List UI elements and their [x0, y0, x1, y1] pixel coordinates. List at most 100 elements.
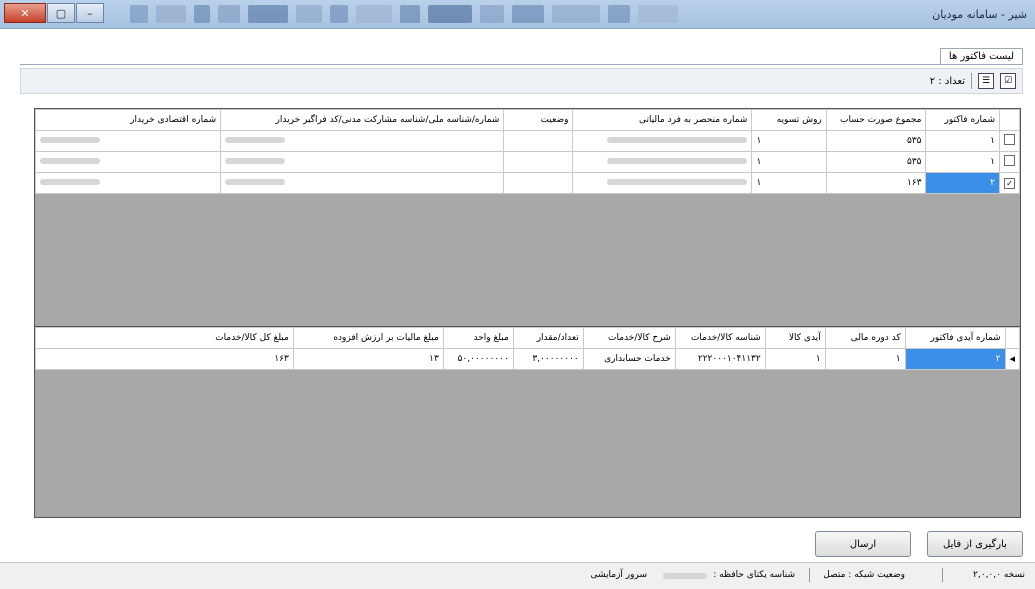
- column-header[interactable]: مبلغ مالیات بر ارزش افزوده: [292, 327, 444, 349]
- vat-cell[interactable]: ۱۳: [292, 348, 444, 370]
- invoice-table: شماره فاکتور مجموع صورت حساب روش تسویه ش…: [34, 109, 1020, 194]
- service-code-cell[interactable]: ۲۲۲۰۰۰۱۰۴۱۱۳۲: [674, 348, 766, 370]
- invoice-total-cell[interactable]: ۵۳۵: [825, 130, 927, 152]
- send-button[interactable]: ارسال: [815, 531, 911, 557]
- checkbox-column-header: [999, 109, 1020, 131]
- server-label: سرور آزمایشی: [590, 570, 647, 580]
- column-header[interactable]: شماره/شناسه ملی/شناسه مشارکت مدنی/کد فرا…: [220, 109, 505, 131]
- table-row[interactable]: ۱ ۵۳۵ ۱: [34, 130, 1020, 152]
- column-header[interactable]: وضعیت: [503, 109, 574, 131]
- buyer-id-cell[interactable]: [220, 151, 505, 173]
- invoice-header-row: شماره فاکتور مجموع صورت حساب روش تسویه ش…: [34, 109, 1020, 131]
- tax-id-cell[interactable]: [572, 172, 753, 194]
- settlement-cell[interactable]: ۱: [751, 130, 827, 152]
- table-row[interactable]: ✓ ۲ ۱۶۳ ۱: [34, 172, 1020, 194]
- taskbar-icon: [156, 5, 186, 23]
- taskbar-icon: [428, 5, 472, 23]
- tax-id-cell[interactable]: [572, 151, 753, 173]
- redacted-value: [225, 179, 286, 185]
- buyer-economic-cell[interactable]: [34, 130, 222, 152]
- settlement-cell[interactable]: ۱: [751, 151, 827, 173]
- invoice-id-cell[interactable]: ۲: [904, 348, 1006, 370]
- status-cell[interactable]: [503, 130, 574, 152]
- buyer-economic-cell[interactable]: [34, 151, 222, 173]
- checkbox-icon[interactable]: [1004, 134, 1015, 145]
- select-all-icon[interactable]: ☑: [1000, 73, 1016, 89]
- items-header-row: شماره آیدی فاکتور کد دوره مالی آیدی کالا…: [35, 327, 1021, 349]
- version-label: نسخه ۲,۰,۰,۰: [973, 570, 1025, 580]
- maximize-button[interactable]: ▢: [47, 3, 75, 23]
- taskbar-icon: [638, 5, 678, 23]
- row-checkbox[interactable]: ✓: [999, 172, 1020, 194]
- column-header[interactable]: کد دوره مالی: [824, 327, 906, 349]
- column-header[interactable]: شماره فاکتور: [925, 109, 1000, 131]
- taskbar-icon: [356, 5, 392, 23]
- redacted-value: [40, 158, 100, 164]
- column-header[interactable]: تعداد/مقدار: [512, 327, 584, 349]
- invoice-number-cell[interactable]: ۲: [925, 172, 1000, 194]
- buyer-economic-cell[interactable]: [34, 172, 222, 194]
- settlement-cell[interactable]: ۱: [751, 172, 827, 194]
- row-checkbox[interactable]: [999, 151, 1020, 173]
- description-cell[interactable]: خدمات حسابداری: [582, 348, 676, 370]
- row-checkbox[interactable]: [999, 130, 1020, 152]
- buyer-id-cell[interactable]: [220, 130, 505, 152]
- invoice-number-cell[interactable]: ۱: [925, 151, 1000, 173]
- checkbox-icon[interactable]: ✓: [1004, 177, 1015, 189]
- taskbar-icon: [552, 5, 600, 23]
- table-row[interactable]: ۱ ۵۳۵ ۱: [34, 151, 1020, 173]
- taskbar-icon: [296, 5, 322, 23]
- buyer-id-cell[interactable]: [220, 172, 505, 194]
- close-button[interactable]: ✕: [4, 3, 46, 23]
- invoice-count: تعداد : ۲: [929, 75, 965, 87]
- item-id-cell[interactable]: ۱: [764, 348, 826, 370]
- window-controls: ✕ ▢ –: [4, 3, 105, 23]
- column-header[interactable]: شماره آیدی فاکتور: [904, 327, 1006, 349]
- window-title: شیر - سامانه مودیان: [932, 8, 1027, 21]
- invoice-total-cell[interactable]: ۵۳۵: [825, 151, 927, 173]
- redacted-value: [607, 137, 748, 143]
- row-indicator-icon: ◀: [1004, 348, 1021, 370]
- filter-bar: ☑ ☰ تعداد : ۲: [20, 68, 1023, 94]
- column-header[interactable]: شرح کالا/خدمات: [582, 327, 676, 349]
- load-file-button[interactable]: بارگیری از فایل: [927, 531, 1023, 557]
- redacted-value: [663, 573, 707, 579]
- status-cell[interactable]: [503, 172, 574, 194]
- toolbar-separator: [971, 73, 972, 89]
- item-total-cell[interactable]: ۱۶۳: [35, 348, 294, 370]
- table-row[interactable]: ◀ ۲ ۱ ۱ ۲۲۲۰۰۰۱۰۴۱۱۳۲ خدمات حسابداری ۳,۰…: [35, 348, 1021, 370]
- redacted-value: [225, 137, 286, 143]
- period-cell[interactable]: ۱: [824, 348, 906, 370]
- redacted-value: [225, 158, 286, 164]
- redacted-value: [40, 179, 100, 185]
- taskbar-icon: [480, 5, 504, 23]
- tab-divider: [20, 64, 1023, 65]
- quantity-cell[interactable]: ۳,۰۰۰۰۰۰۰۰: [512, 348, 584, 370]
- column-header[interactable]: روش تسویه: [751, 109, 827, 131]
- taskbar-icon: [194, 5, 210, 23]
- column-header[interactable]: مجموع صورت حساب: [825, 109, 927, 131]
- taskbar-icon: [130, 5, 148, 23]
- status-cell[interactable]: [503, 151, 574, 173]
- column-header[interactable]: شماره منحصر به فرد مالیاتی: [572, 109, 753, 131]
- items-table: شماره آیدی فاکتور کد دوره مالی آیدی کالا…: [35, 327, 1021, 370]
- items-grid: شماره آیدی فاکتور کد دوره مالی آیدی کالا…: [34, 326, 1021, 518]
- taskbar-icon: [218, 5, 240, 23]
- invoice-number-cell[interactable]: ۱: [925, 130, 1000, 152]
- taskbar-icon: [400, 5, 420, 23]
- column-header[interactable]: آیدی کالا: [764, 327, 826, 349]
- taskbar-icon: [608, 5, 630, 23]
- invoice-total-cell[interactable]: ۱۶۳: [825, 172, 927, 194]
- list-view-icon[interactable]: ☰: [978, 73, 994, 89]
- column-header[interactable]: شناسه کالا/خدمات: [674, 327, 766, 349]
- checkbox-icon[interactable]: [1004, 155, 1015, 166]
- network-status: وضعیت شبکه : متصل: [823, 570, 905, 580]
- unit-price-cell[interactable]: ۵۰,۰۰۰۰۰۰۰۰: [442, 348, 514, 370]
- column-header[interactable]: مبلغ کل کالا/خدمات: [35, 327, 294, 349]
- tab-invoice-list[interactable]: لیست فاکتور ها: [939, 48, 1023, 64]
- tax-id-cell[interactable]: [572, 130, 753, 152]
- minimize-button[interactable]: –: [76, 3, 104, 23]
- column-header[interactable]: مبلغ واحد: [442, 327, 514, 349]
- column-header[interactable]: شماره اقتصادی خریدار: [34, 109, 222, 131]
- row-indicator-header: [1004, 327, 1021, 349]
